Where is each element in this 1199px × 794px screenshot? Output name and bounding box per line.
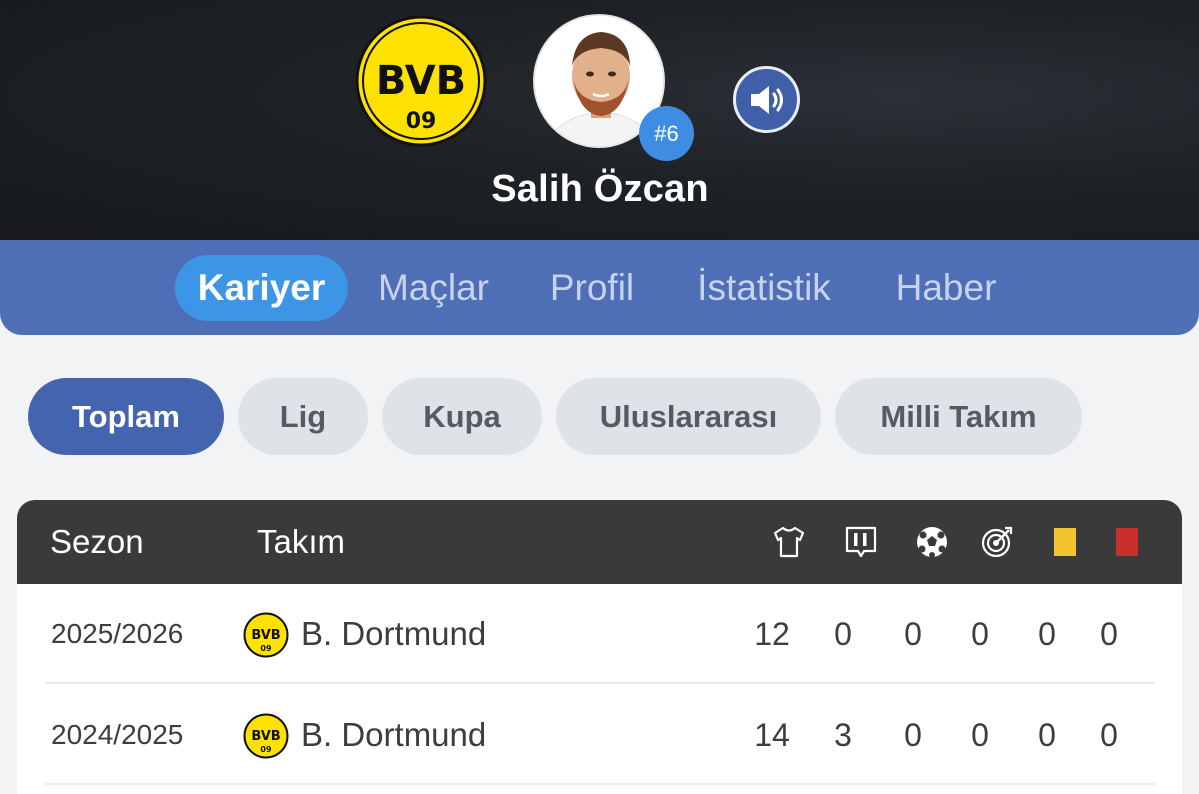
svg-text:BVB: BVB (251, 628, 280, 643)
season-cell: 2024/2025 (51, 719, 184, 750)
svg-text:09: 09 (406, 109, 437, 134)
header-season: Sezon (50, 523, 144, 560)
team-name[interactable]: B. Dortmund (301, 584, 486, 684)
tab-kariyer[interactable]: Kariyer (175, 255, 348, 321)
svg-text:09: 09 (260, 745, 272, 754)
tab-maclar[interactable]: Maçlar (362, 255, 505, 321)
filter-uluslararasi[interactable]: Uluslararası (556, 378, 821, 455)
target-icon (979, 524, 1015, 560)
stat-cell-target: 0 (971, 716, 989, 753)
stat-cell-football: 0 (904, 716, 922, 753)
table-row[interactable]: 2025/2026 BVB 09 B. Dortmund 12 0 0 0 0 0 (45, 584, 1155, 684)
jersey-icon (771, 524, 807, 560)
speaker-icon (750, 85, 783, 114)
section-tab-bar: Kariyer Maçlar Profil İstatistik Haber (0, 240, 1199, 335)
career-table: Sezon Takım 2025/2026 BVB 09 B. Dortmund 12 0… (17, 500, 1182, 794)
player-name: Salih Özcan (491, 168, 709, 210)
stat-cell-lineup: 3 (834, 716, 852, 753)
stat-cell-red-card: 0 (1100, 615, 1118, 652)
yellow-card-icon (1047, 524, 1083, 560)
tab-haber[interactable]: Haber (880, 255, 1012, 321)
filter-lig[interactable]: Lig (238, 378, 368, 455)
season-cell: 2025/2026 (51, 618, 184, 649)
stat-cell-target: 0 (971, 615, 989, 652)
team-logo: BVB09 (243, 713, 289, 759)
stat-cell-football: 0 (904, 615, 922, 652)
sound-button[interactable] (733, 66, 800, 133)
table-row[interactable]: 2024/2025 BVB 09 B. Dortmund 14 3 0 0 0 0 (45, 685, 1155, 785)
stat-cell-yellow-card: 0 (1038, 615, 1056, 652)
lineup-icon (843, 524, 879, 560)
team-logo: BVB09 (243, 612, 289, 658)
stat-cell-jersey: 14 (754, 716, 790, 753)
filter-milli-takim[interactable]: Milli Takım (835, 378, 1082, 455)
shirt-number-badge: #6 (639, 106, 694, 161)
svg-text:BVB: BVB (251, 729, 280, 744)
player-header: BVB 09 #6 Salih Özcan (0, 0, 1199, 240)
stat-cell-jersey: 12 (754, 615, 790, 652)
table-header: Sezon Takım (17, 500, 1182, 584)
svg-text:09: 09 (260, 644, 272, 653)
header-team: Takım (257, 523, 346, 560)
tab-istatistik[interactable]: İstatistik (675, 255, 853, 321)
club-logo[interactable]: BVB 09 (355, 14, 487, 148)
tab-profil[interactable]: Profil (532, 255, 652, 321)
svg-text:BVB: BVB (376, 58, 466, 104)
stat-cell-yellow-card: 0 (1038, 716, 1056, 753)
filter-toplam[interactable]: Toplam (28, 378, 224, 455)
stat-cell-lineup: 0 (834, 615, 852, 652)
stat-cell-red-card: 0 (1100, 716, 1118, 753)
team-name[interactable]: B. Dortmund (301, 685, 486, 785)
filter-kupa[interactable]: Kupa (382, 378, 542, 455)
football-icon (914, 524, 950, 560)
red-card-icon (1109, 524, 1145, 560)
